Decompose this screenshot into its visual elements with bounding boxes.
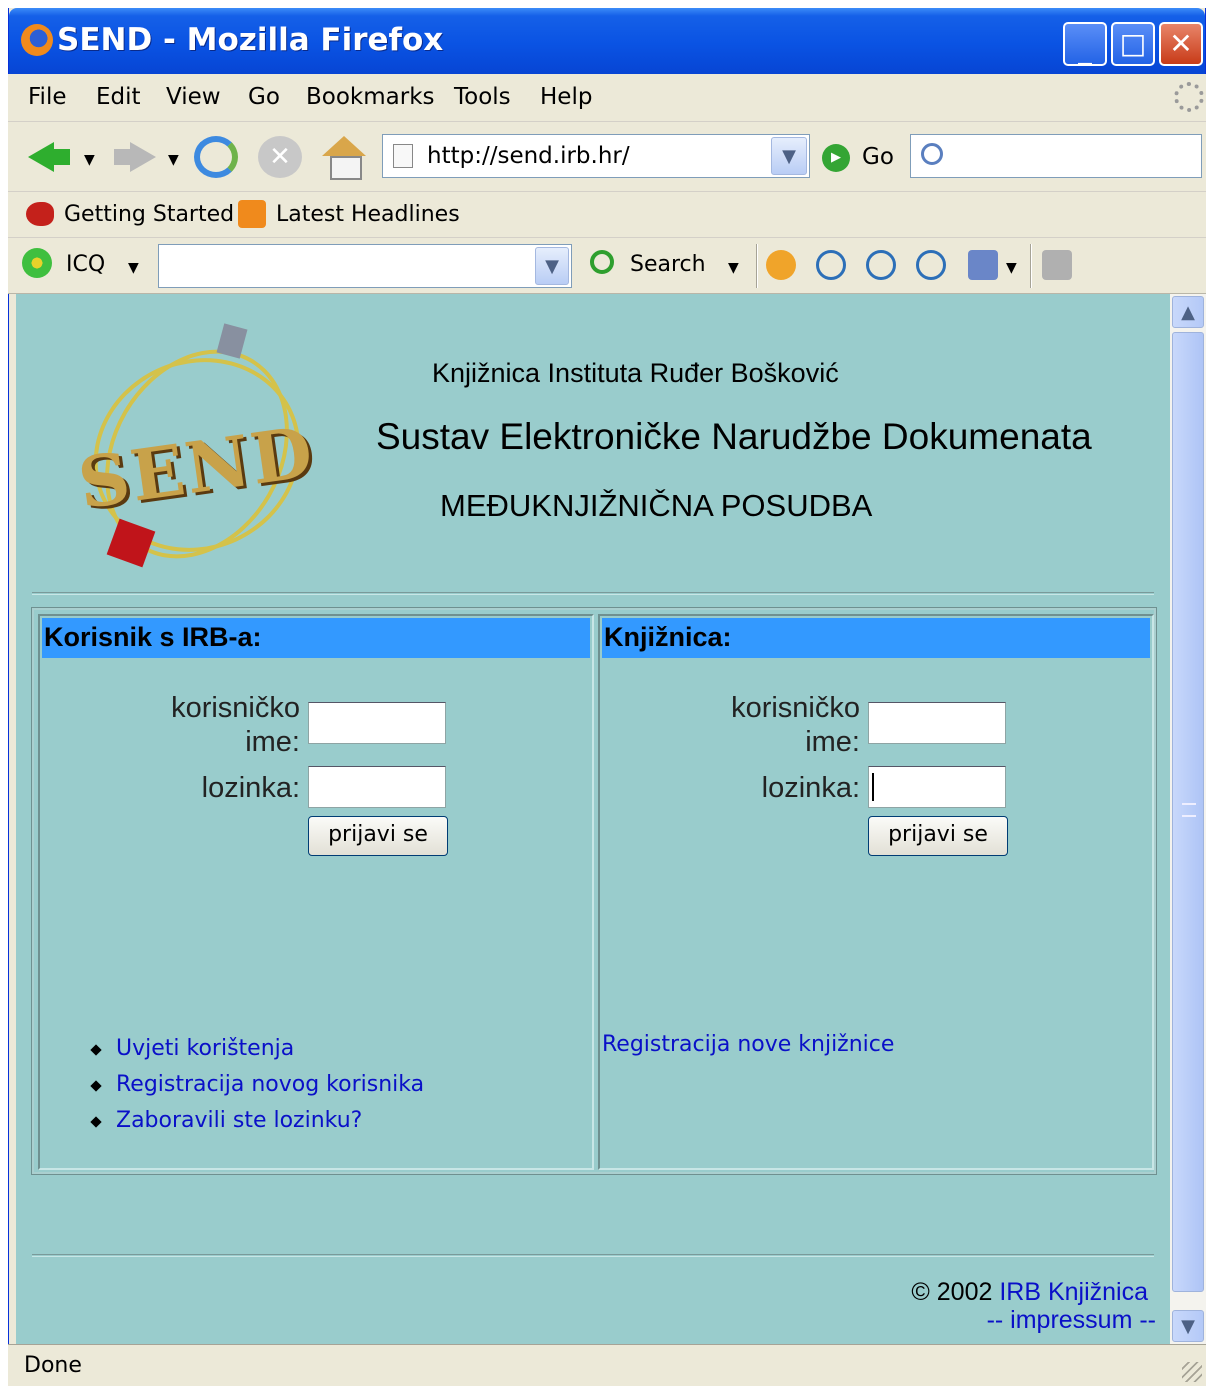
resize-grip-icon[interactable] [1182, 1362, 1202, 1382]
menu-help[interactable]: Help [540, 84, 592, 110]
divider [32, 592, 1154, 595]
url-text[interactable]: http://send.irb.hr/ [427, 143, 630, 169]
firefox-icon [21, 24, 53, 56]
icq-search-dropdown-icon[interactable]: ▼ [728, 260, 739, 276]
rss-feed-icon [238, 200, 266, 228]
password-field[interactable] [868, 766, 1006, 808]
icq-flower-icon [22, 248, 52, 278]
window-title: SEND - Mozilla Firefox [57, 22, 444, 58]
icq-menu-button[interactable]: ICQ [66, 252, 105, 277]
icq-search-icon [590, 250, 614, 274]
bookmark-getting-started[interactable]: Getting Started [64, 202, 234, 227]
menu-tools[interactable]: Tools [454, 84, 511, 110]
go-arrow-icon[interactable]: ▶ [822, 144, 850, 172]
username-label: korisničko [731, 692, 860, 724]
toolbar-separator [1030, 244, 1032, 288]
vertical-scrollbar[interactable]: ▲ ▼ [1170, 294, 1206, 1344]
icq-dropdown-icon[interactable]: ▼ [128, 260, 139, 276]
close-icon: ✕ [1169, 27, 1193, 60]
zoom-out-icon[interactable] [916, 250, 946, 280]
scroll-thumb[interactable] [1172, 332, 1204, 1292]
maximize-button[interactable]: □ [1111, 22, 1155, 66]
zoom-reset-icon[interactable] [866, 250, 896, 280]
close-button[interactable]: ✕ [1159, 22, 1203, 66]
icq-search-button[interactable]: Search [630, 252, 706, 277]
username-label: ime: [245, 726, 300, 758]
title-bar[interactable]: SEND - Mozilla Firefox _ □ ✕ [9, 8, 1205, 74]
username-field[interactable] [868, 702, 1006, 744]
status-text: Done [24, 1353, 82, 1378]
grip-icon [1182, 803, 1196, 817]
go-button[interactable]: Go [862, 144, 894, 170]
zoom-in-icon[interactable] [816, 250, 846, 280]
back-arrow-icon[interactable] [28, 136, 72, 178]
link-terms-of-use[interactable]: Uvjeti korištenja [88, 1036, 424, 1072]
menu-bar: File Edit View Go Bookmarks Tools Help [8, 74, 1206, 122]
minimize-icon: _ [1078, 33, 1092, 66]
password-label: lozinka: [761, 772, 860, 804]
minimize-button[interactable]: _ [1063, 22, 1107, 66]
link-register-library[interactable]: Registracija nove knjižnice [602, 1032, 894, 1057]
menu-edit[interactable]: Edit [96, 84, 141, 110]
scroll-down-icon[interactable]: ▼ [1172, 1310, 1204, 1342]
panel-library: Knjižnica: korisničko ime: lozinka: prij… [598, 614, 1154, 1170]
menu-bookmarks[interactable]: Bookmarks [306, 84, 435, 110]
menu-file[interactable]: File [28, 84, 67, 110]
home-icon[interactable] [322, 136, 366, 180]
link-forgot-password[interactable]: Zaboravili ste lozinku? [88, 1108, 424, 1144]
joystick-icon[interactable] [968, 250, 998, 280]
menu-go[interactable]: Go [248, 84, 280, 110]
joystick-dropdown-icon[interactable]: ▼ [1006, 260, 1017, 276]
bookmarks-toolbar: Getting Started Latest Headlines [8, 192, 1206, 238]
status-bar: Done [8, 1344, 1206, 1386]
login-button[interactable]: prijavi se [868, 816, 1008, 856]
forward-arrow-icon[interactable] [112, 136, 156, 178]
username-field[interactable] [308, 702, 446, 744]
link-impressum[interactable]: -- impressum -- [987, 1306, 1156, 1335]
icq-search-input[interactable]: ▼ [158, 244, 572, 288]
username-label: ime: [805, 726, 860, 758]
page-icon [393, 144, 413, 168]
password-field[interactable] [308, 766, 446, 808]
username-label: korisničko [171, 692, 300, 724]
header-subtitle: MEĐUKNJIŽNIČNA POSUDBA [440, 488, 873, 523]
url-dropdown-icon[interactable]: ▼ [771, 137, 807, 175]
panel-title: Korisnik s IRB-a: [42, 618, 590, 658]
navigation-toolbar: ▼ ▼ ✕ http://send.irb.hr/ ▼ ▶ Go [8, 122, 1206, 192]
toolbar-separator [756, 244, 758, 288]
bookmark-latest-headlines[interactable]: Latest Headlines [276, 202, 460, 227]
user-links: Uvjeti korištenja Registracija novog kor… [88, 1036, 424, 1144]
forward-dropdown-icon[interactable]: ▼ [168, 152, 179, 168]
maximize-icon: □ [1119, 27, 1147, 60]
stop-icon[interactable]: ✕ [258, 136, 302, 178]
send-logo: SEND [61, 316, 333, 592]
password-label: lozinka: [201, 772, 300, 804]
icq-toolbar: ICQ ▼ ▼ Search ▼ ▼ [8, 238, 1206, 294]
scroll-up-icon[interactable]: ▲ [1172, 296, 1204, 328]
menu-view[interactable]: View [166, 84, 221, 110]
copyright-text: © 2002 [911, 1278, 993, 1306]
icq-input-dropdown-icon[interactable]: ▼ [535, 247, 569, 285]
divider [32, 1254, 1154, 1257]
link-register-user[interactable]: Registracija novog korisnika [88, 1072, 424, 1108]
icq-people-icon[interactable] [766, 250, 796, 280]
page-content: SEND Knjižnica Instituta Ruđer Bošković … [16, 294, 1170, 1344]
panel-irb-user: Korisnik s IRB-a: korisničko ime: lozink… [38, 614, 594, 1170]
bookmark-icon [26, 202, 54, 226]
link-irb-library[interactable]: IRB Knjižnica [999, 1278, 1148, 1306]
footer-copyright: © 2002 IRB Knjižnica [911, 1278, 1148, 1307]
reload-icon[interactable] [194, 136, 238, 178]
search-icon [921, 143, 943, 165]
panel-title: Knjižnica: [602, 618, 1150, 658]
login-panels: Korisnik s IRB-a: korisničko ime: lozink… [31, 607, 1157, 1175]
url-bar[interactable]: http://send.irb.hr/ ▼ [382, 134, 810, 178]
header-system-name: Sustav Elektroničke Narudžbe Dokumenata [376, 416, 1092, 457]
search-input[interactable] [910, 134, 1202, 178]
header-library-name: Knjižnica Instituta Ruđer Bošković [432, 358, 839, 388]
text-caret [872, 773, 874, 801]
throbber-icon [1174, 82, 1204, 112]
login-button[interactable]: prijavi se [308, 816, 448, 856]
back-dropdown-icon[interactable]: ▼ [84, 152, 95, 168]
eraser-icon[interactable] [1042, 250, 1072, 280]
